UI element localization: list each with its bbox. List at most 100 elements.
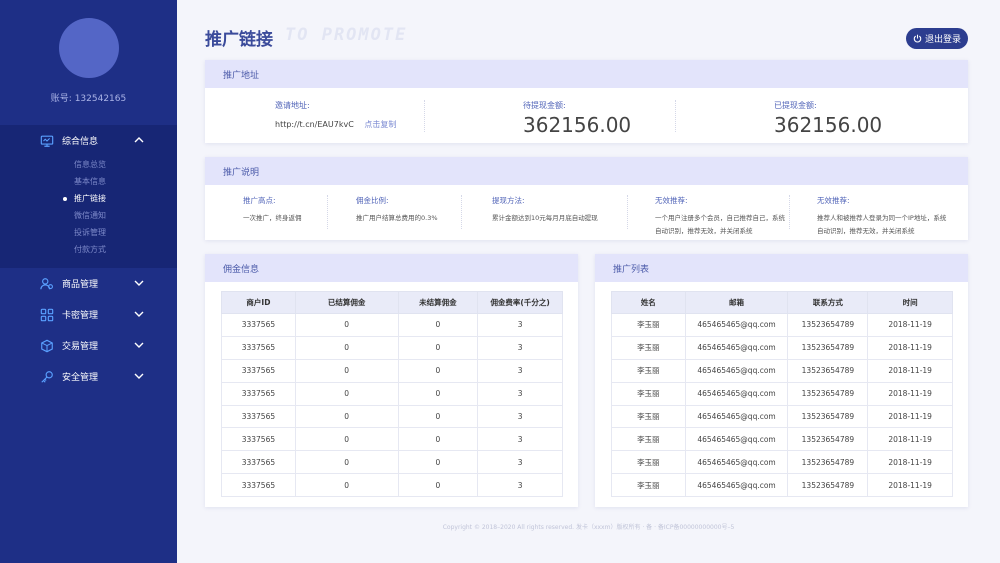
sidebar-item-security[interactable]: 安全管理 xyxy=(0,361,177,392)
table-cell: 3 xyxy=(477,358,563,383)
submenu-item-complaints[interactable]: 投诉管理 xyxy=(74,224,177,241)
sidebar-item-info[interactable]: 综合信息 xyxy=(0,125,177,156)
table-cell: 0 xyxy=(294,313,399,337)
pending-amount: 362156.00 xyxy=(523,113,632,137)
account-label: 账号: xyxy=(50,94,72,104)
table-cell: 13523654789 xyxy=(787,358,869,383)
table-row: 李玉丽 465465465@qq.com 13523654789 2018-11-19 xyxy=(611,358,953,383)
commission-table: 商户ID 已结算佣金 未结算佣金 佣金费率(千分之) 3337565 0 0 3 333… xyxy=(221,291,563,498)
sidebar-item-cards[interactable]: 卡密管理 xyxy=(0,299,177,330)
divider xyxy=(327,195,328,229)
promote-explain-card: 推广说明 推广高点: 一次推广，终身返佣 佣金比例: 推广用户结算总费用的0.3… xyxy=(205,157,968,240)
explain-item: 佣金比例: 推广用户结算总费用的0.3% xyxy=(356,195,496,225)
table-cell: 13523654789 xyxy=(787,335,869,360)
table-row: 3337565 0 0 3 xyxy=(221,358,563,383)
divider xyxy=(675,100,676,132)
main-content: 推广链接 TO PROMOTE 退出登录 推广地址 邀请地址: http://t… xyxy=(177,0,1000,563)
table-cell: 0 xyxy=(294,427,399,452)
table-cell: 李玉丽 xyxy=(611,335,686,360)
divider xyxy=(461,195,462,229)
table-cell: 2018-11-19 xyxy=(867,335,953,360)
column-header: 时间 xyxy=(867,291,953,314)
footer-copyright: Copyright © 2018–2020 All rights reserve… xyxy=(442,524,735,531)
table-cell: 3337565 xyxy=(221,313,296,337)
logout-button[interactable]: 退出登录 xyxy=(906,28,968,49)
card-title: 推广列表 xyxy=(595,254,968,282)
table-row: 李玉丽 465465465@qq.com 13523654789 2018-11-19 xyxy=(611,313,953,337)
table-cell: 3 xyxy=(477,404,563,429)
grid-icon xyxy=(40,308,54,322)
table-cell: 李玉丽 xyxy=(611,450,686,475)
explain-item: 无效推荐: 推荐人和被推荐人登录为同一个IP地址，系统自动识别，推荐无效，并关闭… xyxy=(817,195,952,238)
table-row: 3337565 0 0 3 xyxy=(221,427,563,452)
explain-item-text: 累计金额达到10元每月月底自动提现 xyxy=(492,214,598,222)
table-cell: 3337565 xyxy=(221,381,296,406)
table-cell: 13523654789 xyxy=(787,427,869,452)
explain-item-title: 佣金比例: xyxy=(356,196,389,205)
explain-item-text: 推荐人和被推荐人登录为同一个IP地址，系统自动识别，推荐无效，并关闭系统 xyxy=(817,214,947,235)
column-header: 已结算佣金 xyxy=(294,291,399,314)
table-cell: 3 xyxy=(477,473,563,498)
submenu-item-payment[interactable]: 付款方式 xyxy=(74,241,177,258)
table-cell: 465465465@qq.com xyxy=(684,404,789,429)
table-row: 3337565 0 0 3 xyxy=(221,404,563,429)
table-cell: 2018-11-19 xyxy=(867,450,953,475)
table-row: 李玉丽 465465465@qq.com 13523654789 2018-11-19 xyxy=(611,335,953,360)
table-cell: 465465465@qq.com xyxy=(684,313,789,337)
withdrawn-amount: 362156.00 xyxy=(774,113,883,137)
table-cell: 3 xyxy=(477,450,563,475)
sidebar-item-label: 综合信息 xyxy=(62,137,99,147)
explain-item-title: 无效推荐: xyxy=(655,196,688,205)
explain-item-title: 提现方法: xyxy=(492,196,525,205)
table-cell: 13523654789 xyxy=(787,381,869,406)
sidebar-item-trade[interactable]: 交易管理 xyxy=(0,330,177,361)
table-cell: 李玉丽 xyxy=(611,358,686,383)
pending-withdrawal: 待提现金额: 362156.00 xyxy=(523,100,631,137)
invite-address: 邀请地址: http://t.cn/EAU7kvC 点击复制 xyxy=(275,100,396,130)
table-cell: 13523654789 xyxy=(787,313,869,337)
withdrawn-label: 已提现金额: xyxy=(774,101,817,110)
card-title: 佣金信息 xyxy=(205,254,578,282)
sidebar-item-label: 商品管理 xyxy=(62,280,99,290)
table-cell: 2018-11-19 xyxy=(867,381,953,406)
table-row: 李玉丽 465465465@qq.com 13523654789 2018-11-19 xyxy=(611,381,953,406)
account-value: 132542165 xyxy=(74,94,127,104)
table-cell: 3 xyxy=(477,381,563,406)
table-cell: 3 xyxy=(477,313,563,337)
withdrawn-amount-block: 已提现金额: 362156.00 xyxy=(774,100,882,137)
column-header: 佣金费率(千分之) xyxy=(477,291,563,314)
table-cell: 465465465@qq.com xyxy=(684,427,789,452)
page-subtitle: TO PROMOTE xyxy=(285,25,408,45)
table-cell: 0 xyxy=(397,404,479,429)
table-header-row: 姓名 邮箱 联系方式 时间 xyxy=(611,291,953,314)
avatar[interactable] xyxy=(59,18,119,78)
key-icon xyxy=(40,370,54,384)
promote-list-card: 推广列表 姓名 邮箱 联系方式 时间 李玉丽 465465465@qq.com 13… xyxy=(595,254,968,507)
table-row: 李玉丽 465465465@qq.com 13523654789 2018-11-19 xyxy=(611,404,953,429)
submenu-item-basic-info[interactable]: 基本信息 xyxy=(74,173,177,190)
submenu-item-overview[interactable]: 信息总览 xyxy=(74,156,177,173)
table-cell: 465465465@qq.com xyxy=(684,473,789,498)
column-header: 联系方式 xyxy=(787,291,869,314)
table-cell: 3 xyxy=(477,427,563,452)
submenu-item-promote-link[interactable]: 推广链接 xyxy=(63,190,177,207)
table-cell: 13523654789 xyxy=(787,404,869,429)
table-cell: 3337565 xyxy=(221,450,296,475)
table-cell: 0 xyxy=(294,450,399,475)
table-row: 李玉丽 465465465@qq.com 13523654789 2018-11-19 xyxy=(611,427,953,452)
copy-link[interactable]: 点击复制 xyxy=(364,120,396,129)
sidebar-item-label: 安全管理 xyxy=(62,373,99,383)
table-cell: 3337565 xyxy=(221,473,296,498)
column-header: 商户ID xyxy=(221,291,296,314)
table-cell: 13523654789 xyxy=(787,473,869,498)
menu-group-info: 综合信息 信息总览 基本信息 推广链接 微信通知 投诉管理 付款方式 xyxy=(0,125,177,268)
table-cell: 0 xyxy=(397,473,479,498)
cube-icon xyxy=(40,339,54,353)
commission-card: 佣金信息 商户ID 已结算佣金 未结算佣金 佣金费率(千分之) 3337565 0… xyxy=(205,254,578,507)
chevron-down-icon xyxy=(134,340,144,350)
sidebar-item-goods[interactable]: 商品管理 xyxy=(0,268,177,299)
table-cell: 3337565 xyxy=(221,427,296,452)
explain-item: 提现方法: 累计金额达到10元每月月底自动提现 xyxy=(492,195,632,225)
submenu-item-wechat-notify[interactable]: 微信通知 xyxy=(74,207,177,224)
promote-list-table: 姓名 邮箱 联系方式 时间 李玉丽 465465465@qq.com 1352365… xyxy=(611,291,953,498)
